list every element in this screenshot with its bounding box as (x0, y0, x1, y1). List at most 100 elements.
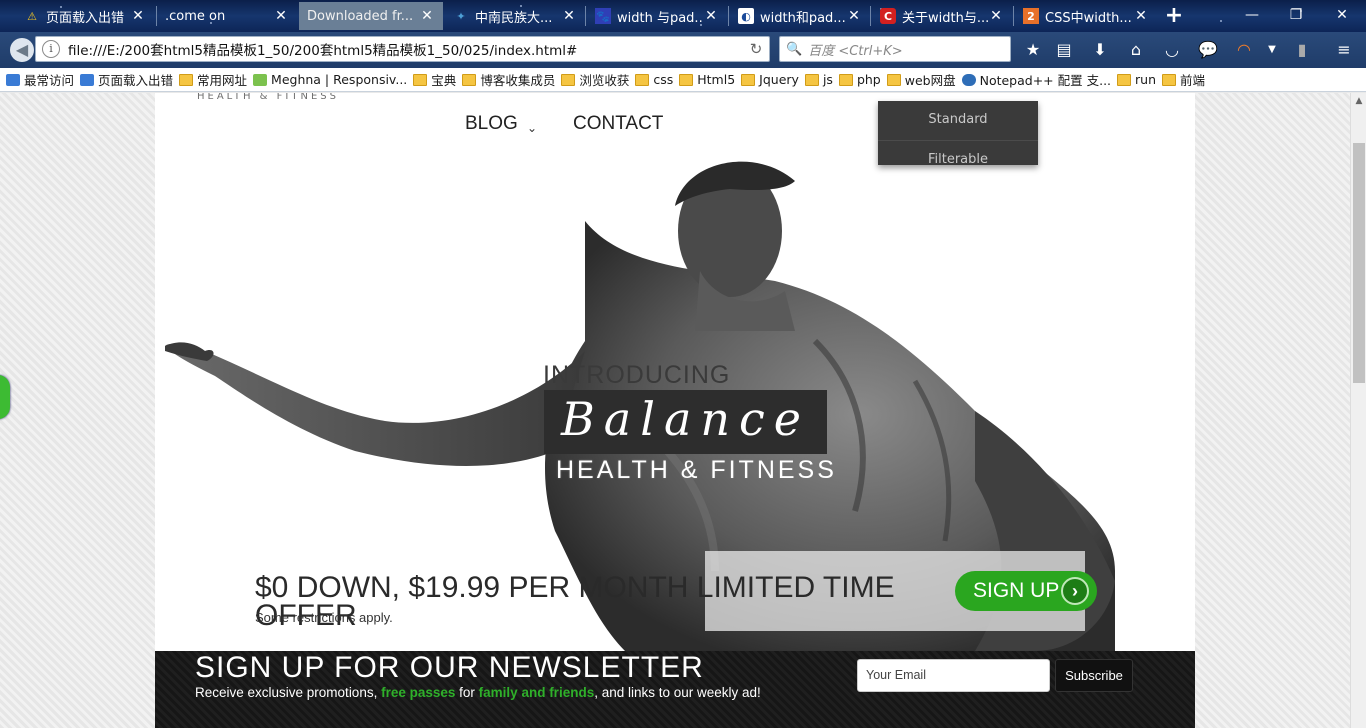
bookmark-item[interactable]: php (838, 72, 881, 87)
signup-button[interactable]: SIGN UP › (955, 571, 1097, 611)
bookmark-item[interactable]: 浏览收获 (561, 70, 629, 89)
bookmark-item[interactable]: Jquery (741, 72, 799, 87)
desc-text: for (455, 685, 479, 700)
download-icon[interactable]: ⬇ (1088, 39, 1112, 61)
bookmark-item[interactable]: 页面载入出错 (80, 70, 173, 89)
bookmark-item[interactable]: Html5 (679, 72, 735, 87)
addon-icon[interactable]: ▮ (1290, 39, 1314, 61)
scroll-up-icon[interactable]: ▲ (1351, 93, 1366, 109)
tab-about-width[interactable]: C 关于width与... ✕ (872, 2, 1012, 30)
newsletter-description: Receive exclusive promotions, free passe… (195, 686, 765, 700)
bookmark-item[interactable]: 最常访问 (6, 70, 74, 89)
tab-width-padding-1[interactable]: 🐾 width 与pad... ✕ (587, 2, 727, 30)
close-icon[interactable]: ✕ (846, 8, 862, 24)
tab-label: 关于width与... (902, 10, 988, 26)
hero-subtitle: HEALTH & FITNESS (556, 456, 837, 484)
tab-come-on[interactable]: .come on ✕ (157, 2, 297, 30)
bookmark-item[interactable]: run (1117, 72, 1156, 87)
bookmark-label: Jquery (759, 72, 799, 87)
search-icon: 🔍 (786, 41, 803, 57)
close-icon[interactable]: ✕ (130, 8, 146, 24)
info-icon[interactable]: i (42, 40, 60, 58)
paw-icon: 🐾 (595, 8, 611, 24)
nav-blog[interactable]: BLOG (465, 113, 518, 135)
bookmark-item[interactable]: 宝典 (413, 70, 456, 89)
email-field[interactable]: Your Email (857, 659, 1050, 692)
page-icon (6, 73, 20, 86)
back-arrow-icon[interactable]: ◀ (10, 38, 34, 62)
bookmark-star-icon[interactable]: ★ (1021, 39, 1045, 61)
newsletter-section: SIGN UP FOR OUR NEWSLETTER Receive exclu… (155, 651, 1195, 728)
tab-label: width 与pad... (617, 10, 703, 26)
warning-icon: ⚠ (27, 9, 37, 23)
bookmark-item[interactable]: web网盘 (886, 70, 956, 89)
bookmark-item[interactable]: css (635, 72, 673, 87)
chat-icon[interactable]: 💬 (1196, 39, 1220, 61)
new-tab-button[interactable]: + (1162, 3, 1186, 29)
chevron-down-icon[interactable]: ▼ (1260, 39, 1284, 61)
brand-tagline: HEALTH & FITNESS (197, 93, 339, 102)
tab-label: CSS中width... (1045, 10, 1132, 26)
promo-note: Some restrictions apply. (255, 610, 393, 625)
url-text[interactable]: file:///E:/200套html5精品模板1_50/200套html5精品… (68, 39, 743, 59)
bookmark-item[interactable]: 常用网址 (179, 70, 247, 89)
subscribe-button[interactable]: Subscribe (1055, 659, 1133, 692)
vertical-scrollbar[interactable]: ▲ (1350, 93, 1366, 728)
tab-page-load-error[interactable]: ⚠ 页面载入出错 ✕ (16, 2, 154, 30)
folder-icon (679, 73, 694, 86)
pocket-icon[interactable]: ◡ (1160, 39, 1184, 61)
close-icon[interactable]: ✕ (273, 8, 289, 24)
gear-icon (961, 73, 976, 86)
bookmark-item[interactable]: Meghna | Responsiv... (253, 72, 407, 87)
folder-icon (1162, 73, 1177, 86)
csdn-icon: C (880, 8, 896, 24)
bookmark-item[interactable]: Notepad++ 配置 支... (961, 70, 1111, 89)
bookmark-label: css (653, 72, 674, 87)
bookmark-item[interactable]: 前端 (1162, 70, 1205, 89)
chevron-right-icon: › (1061, 577, 1089, 605)
bookmark-item[interactable]: js (804, 72, 833, 87)
nav-contact[interactable]: CONTACT (573, 113, 663, 135)
bookmark-label: run (1135, 72, 1157, 87)
close-icon[interactable]: ✕ (419, 8, 435, 24)
rainbow-icon[interactable]: ◠ (1232, 39, 1256, 61)
bookmark-label: web网盘 (904, 73, 956, 88)
chevron-down-icon[interactable]: ⌄ (527, 121, 537, 135)
page-icon (80, 73, 95, 86)
reload-icon[interactable]: ↻ (743, 40, 769, 58)
close-icon[interactable]: ✕ (703, 8, 719, 24)
hero-intro: INTRODUCING (543, 361, 731, 389)
close-icon[interactable]: ✕ (561, 8, 577, 24)
bookmark-label: Html5 (697, 72, 736, 87)
scrollbar-thumb[interactable] (1353, 143, 1365, 383)
folder-icon (561, 73, 576, 86)
tab-label: 页面载入出错 (46, 10, 125, 26)
folder-icon (804, 73, 819, 86)
menu-icon[interactable]: ≡ (1332, 39, 1356, 61)
desc-text: , and links to our weekly ad! (594, 685, 761, 700)
side-handle[interactable] (0, 375, 10, 419)
tab-zhongnan[interactable]: ✦ 中南民族大... ✕ (445, 2, 585, 30)
dropdown-item-standard[interactable]: Standard (878, 101, 1038, 141)
close-icon[interactable]: ✕ (1133, 8, 1149, 24)
bookmark-item[interactable]: 博客收集成员 (462, 70, 555, 89)
bookmark-label: 宝典 (431, 73, 457, 88)
address-bar[interactable]: i file:///E:/200套html5精品模板1_50/200套html5… (35, 36, 770, 62)
tab-width-padding-2[interactable]: ◐ width和pad... ✕ (730, 2, 870, 30)
home-icon[interactable]: ⌂ (1124, 39, 1148, 61)
minimize-icon[interactable]: — (1240, 4, 1264, 26)
search-input[interactable]: 🔍 百度 <Ctrl+K> (779, 36, 1011, 62)
bookmarks-bar: 最常访问 页面载入出错 常用网址 Meghna | Responsiv... 宝典 博客收… (0, 68, 1366, 92)
close-window-icon[interactable]: ✕ (1330, 4, 1354, 26)
bookmark-label: 最常访问 (24, 73, 75, 88)
page-icon (253, 73, 268, 86)
desc-text: Receive exclusive promotions, (195, 685, 382, 700)
tab-label: width和pad... (760, 10, 846, 26)
globe-icon: ✦ (456, 9, 466, 23)
reading-list-icon[interactable]: ▤ (1052, 39, 1076, 61)
tab-css-width[interactable]: 2 CSS中width... ✕ (1015, 2, 1157, 30)
restore-icon[interactable]: ❐ (1284, 4, 1308, 26)
tab-downloaded[interactable]: Downloaded fr... ✕ (299, 2, 443, 30)
folder-icon (886, 73, 901, 86)
close-icon[interactable]: ✕ (988, 8, 1004, 24)
